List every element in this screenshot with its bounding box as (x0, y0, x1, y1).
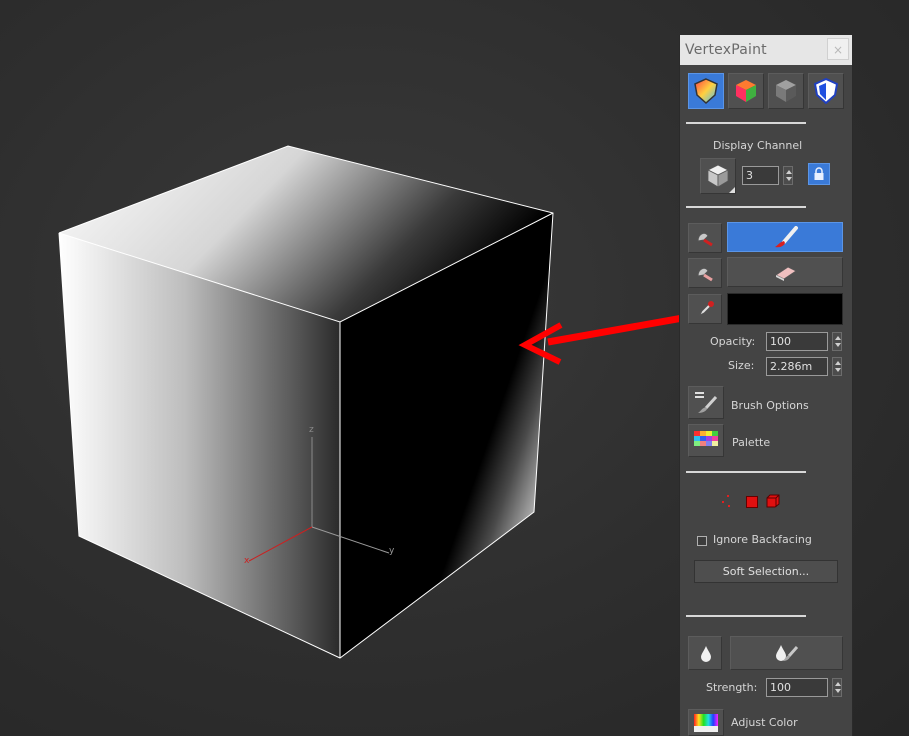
brush-options-label[interactable]: Brush Options (731, 399, 809, 412)
size-spinner[interactable] (832, 357, 842, 376)
vertex-color-mode-button[interactable] (688, 73, 724, 109)
adjust-color-button[interactable] (688, 709, 724, 736)
display-channel-spinner[interactable] (783, 166, 793, 185)
separator (686, 615, 806, 617)
close-button[interactable]: × (827, 38, 849, 60)
channel-mode-button[interactable] (808, 73, 844, 109)
water-drop-icon (701, 646, 711, 662)
white-cube-icon (707, 164, 729, 188)
grey-cube-icon (776, 80, 796, 102)
window-title: VertexPaint (685, 42, 767, 58)
paint-pick-button[interactable] (688, 223, 722, 253)
brush-options-button[interactable] (688, 386, 724, 419)
palette-icon (694, 431, 718, 446)
color-spectrum-icon (694, 714, 718, 732)
strength-label: Strength: (706, 681, 758, 694)
display-channel-button[interactable] (700, 158, 736, 194)
palette-button[interactable] (688, 424, 724, 457)
blur-drop-button[interactable] (688, 636, 722, 670)
color-cube-icon (736, 80, 756, 102)
corner-triangle-icon (729, 187, 735, 193)
lock-button[interactable] (808, 163, 830, 185)
opacity-spinner[interactable] (832, 332, 842, 351)
separator (686, 206, 806, 208)
size-input[interactable]: 2.286m (766, 357, 828, 376)
size-label: Size: (728, 359, 755, 372)
strength-spinner[interactable] (832, 678, 842, 697)
brush-dropper-icon (697, 232, 713, 247)
drop-brush-icon (776, 645, 799, 661)
color-picker-button[interactable] (688, 294, 722, 324)
separator (686, 122, 806, 124)
display-channel-input[interactable]: 3 (742, 166, 779, 185)
brush-dropper-icon (697, 267, 713, 282)
eraser-icon (775, 266, 797, 281)
erase-button[interactable] (727, 257, 843, 287)
vertex-shade-mode-button[interactable] (728, 73, 764, 109)
separator (686, 471, 806, 473)
opacity-input[interactable]: 100 (766, 332, 828, 351)
shield-color-icon (694, 78, 718, 104)
strength-input[interactable]: 100 (766, 678, 828, 697)
ignore-backfacing-checkbox[interactable] (697, 536, 707, 546)
opacity-label: Opacity: (710, 335, 756, 348)
titlebar[interactable]: VertexPaint × (680, 35, 852, 65)
vertexpaint-panel: VertexPaint × Display Channel 3 Opacity:… (679, 35, 853, 736)
ignore-backfacing-label[interactable]: Ignore Backfacing (713, 533, 812, 546)
brush-options-icon (695, 392, 718, 413)
paint-color-swatch[interactable] (727, 293, 843, 325)
face-selection-icon[interactable] (746, 496, 758, 508)
blur-brush-button[interactable] (730, 636, 843, 670)
display-channel-label: Display Channel (713, 139, 803, 152)
paint-button[interactable] (727, 222, 843, 252)
erase-pick-button[interactable] (688, 258, 722, 288)
element-selection-icon[interactable] (766, 494, 780, 508)
gizmo-z-label: z (309, 425, 314, 435)
paintbrush-icon (775, 226, 798, 248)
grey-shade-mode-button[interactable] (768, 73, 804, 109)
palette-label[interactable]: Palette (732, 436, 770, 449)
soft-selection-button[interactable]: Soft Selection... (694, 560, 838, 583)
eyedropper-icon (699, 300, 715, 316)
vertex-selection-icon[interactable] (720, 495, 732, 509)
gizmo-x-label: x (244, 556, 250, 566)
shield-blue-icon (814, 78, 838, 104)
adjust-color-label[interactable]: Adjust Color (731, 716, 798, 729)
gizmo-y-label: y (389, 546, 395, 556)
lock-icon (814, 167, 824, 180)
